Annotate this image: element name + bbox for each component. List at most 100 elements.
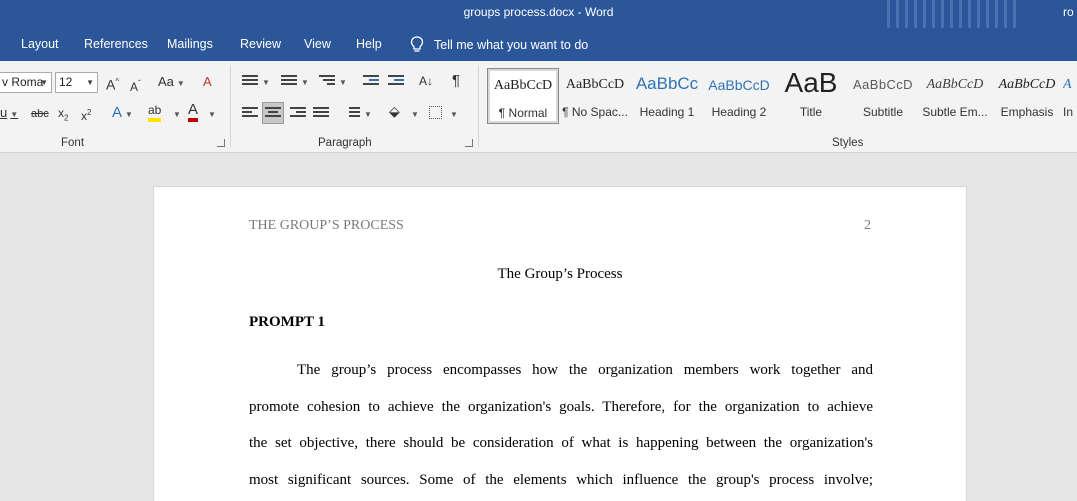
align-center-icon (265, 107, 281, 121)
font-name-combo[interactable]: v Roma ▼ (0, 72, 52, 93)
styles-group-label: Styles (832, 137, 864, 149)
style-preview: AaBbCcD (853, 77, 913, 92)
shrink-font-button[interactable]: Aˇ (130, 74, 141, 97)
increase-indent-icon[interactable] (388, 75, 404, 89)
style-name: In (1063, 105, 1074, 119)
style-subtitle[interactable]: AaBbCcD Subtitle (847, 68, 919, 124)
line-spacing-dropdown[interactable]: ▼ (361, 103, 372, 125)
style-heading-2[interactable]: AaBbCcD Heading 2 (703, 68, 775, 124)
eraser-icon: A (203, 74, 212, 89)
style-preview: AaBbCcD (493, 78, 553, 93)
text-effects-button[interactable]: A ▼ (112, 103, 133, 125)
style-emphasis[interactable]: AaBbCcD Emphasis (991, 68, 1063, 124)
font-name-value: v Roma (2, 75, 44, 89)
account-name[interactable]: ro (1063, 5, 1077, 19)
font-size-value: 12 (59, 75, 73, 89)
underline-button[interactable]: u ▼ (0, 103, 18, 125)
style-no-spacing[interactable]: AaBbCcD ¶ No Spac... (559, 68, 631, 124)
line-spacing-icon[interactable] (344, 107, 360, 121)
tab-view[interactable]: View (304, 37, 331, 51)
tab-review[interactable]: Review (240, 37, 281, 51)
chevron-down-icon: ▼ (173, 110, 181, 119)
lightbulb-icon (410, 36, 424, 52)
shading-dropdown[interactable]: ▼ (408, 103, 419, 125)
strikethrough-icon: abc (31, 108, 49, 120)
style-heading-1[interactable]: AaBbCc Heading 1 (631, 68, 703, 124)
grow-font-button[interactable]: A^ (106, 72, 119, 95)
style-name: Subtitle (862, 105, 904, 119)
borders-icon[interactable] (429, 106, 442, 119)
align-right-icon[interactable] (290, 107, 306, 121)
title-bar: groups process.docx - Word ro (0, 0, 1077, 28)
style-preview: AaBbCcD (926, 77, 984, 92)
tell-me-box[interactable]: Tell me what you want to do (410, 36, 588, 53)
subscript-icon: x2 (58, 106, 69, 123)
underline-icon: u (0, 105, 8, 120)
shading-icon[interactable]: ⬙ (389, 101, 400, 121)
highlighter-icon: ab (148, 103, 162, 117)
numbering-icon[interactable] (281, 75, 297, 89)
change-case-button[interactable]: Aa ▼ (158, 72, 185, 94)
style-preview: AaBbCcD (565, 77, 625, 92)
chevron-down-icon: ▼ (450, 110, 458, 119)
document-page[interactable]: THE GROUP’S PROCESS 2 The Group’s Proces… (153, 186, 967, 501)
running-head: THE GROUP’S PROCESS (249, 218, 404, 233)
style-name: Title (799, 105, 823, 119)
bullets-icon[interactable] (242, 75, 258, 89)
tab-layout[interactable]: Layout (21, 37, 59, 51)
style-normal[interactable]: AaBbCcD ¶ Normal (487, 68, 559, 124)
tab-help[interactable]: Help (356, 37, 382, 51)
chevron-down-icon: ▼ (411, 110, 419, 119)
multilevel-list-icon[interactable] (319, 75, 335, 89)
multilevel-dropdown[interactable]: ▼ (336, 71, 347, 93)
show-formatting-icon[interactable]: ¶ (452, 71, 460, 91)
borders-dropdown[interactable]: ▼ (447, 103, 458, 125)
change-case-label: Aa (158, 74, 174, 89)
superscript-icon: x2 (81, 108, 92, 123)
justify-icon[interactable] (313, 107, 329, 121)
font-color-button[interactable]: A (188, 101, 199, 122)
page-number: 2 (864, 218, 871, 233)
style-preview: A (1063, 77, 1072, 92)
clear-formatting-button[interactable]: A (203, 72, 212, 92)
align-left-icon[interactable] (242, 107, 258, 121)
chevron-down-icon: ▼ (86, 78, 94, 87)
highlight-dropdown[interactable]: ▼ (170, 103, 181, 125)
style-name: ¶ Normal (498, 106, 548, 120)
tab-mailings[interactable]: Mailings (167, 37, 213, 51)
ribbon-tabs: Layout References Mailings Review View H… (0, 28, 1077, 61)
style-preview: AaB (784, 68, 838, 98)
font-dialog-launcher[interactable] (217, 139, 225, 147)
numbering-dropdown[interactable]: ▼ (298, 71, 309, 93)
chevron-down-icon: ▼ (10, 110, 19, 119)
font-color-dropdown[interactable]: ▼ (205, 103, 216, 125)
paragraph-dialog-launcher[interactable] (465, 139, 473, 147)
decrease-indent-icon[interactable] (363, 75, 379, 89)
style-intense-emphasis[interactable]: A In (1063, 68, 1077, 124)
chevron-down-icon: ▼ (364, 110, 372, 119)
document-title: The Group’s Process (497, 266, 623, 282)
superscript-button[interactable]: x2 (81, 103, 91, 126)
sort-icon[interactable]: A↓ (419, 71, 433, 91)
chevron-down-icon: ▼ (301, 78, 309, 87)
style-subtle-emphasis[interactable]: AaBbCcD Subtle Em... (919, 68, 991, 124)
body-text-line: The group’s process encompasses how the … (297, 362, 873, 378)
style-name: Heading 1 (639, 105, 695, 119)
style-name: Subtle Em... (922, 105, 988, 119)
strikethrough-button[interactable]: abc (31, 104, 49, 124)
highlight-button[interactable]: ab (148, 102, 162, 122)
text-effects-icon: A (112, 104, 123, 121)
group-divider (230, 65, 231, 147)
style-name: Emphasis (1000, 105, 1054, 119)
align-center-button[interactable] (262, 102, 284, 124)
style-title[interactable]: AaB Title (775, 68, 847, 124)
subscript-button[interactable]: x2 (58, 103, 68, 128)
tab-references[interactable]: References (84, 37, 148, 51)
section-heading: PROMPT 1 (249, 314, 325, 330)
bullets-dropdown[interactable]: ▼ (259, 71, 270, 93)
chevron-down-icon: ▼ (262, 78, 270, 87)
body-text-line: most significant sources. Some of the el… (249, 472, 873, 488)
font-size-combo[interactable]: 12 ▼ (55, 72, 98, 93)
style-name: ¶ No Spac... (562, 105, 628, 119)
chevron-down-icon: ▼ (40, 78, 48, 87)
